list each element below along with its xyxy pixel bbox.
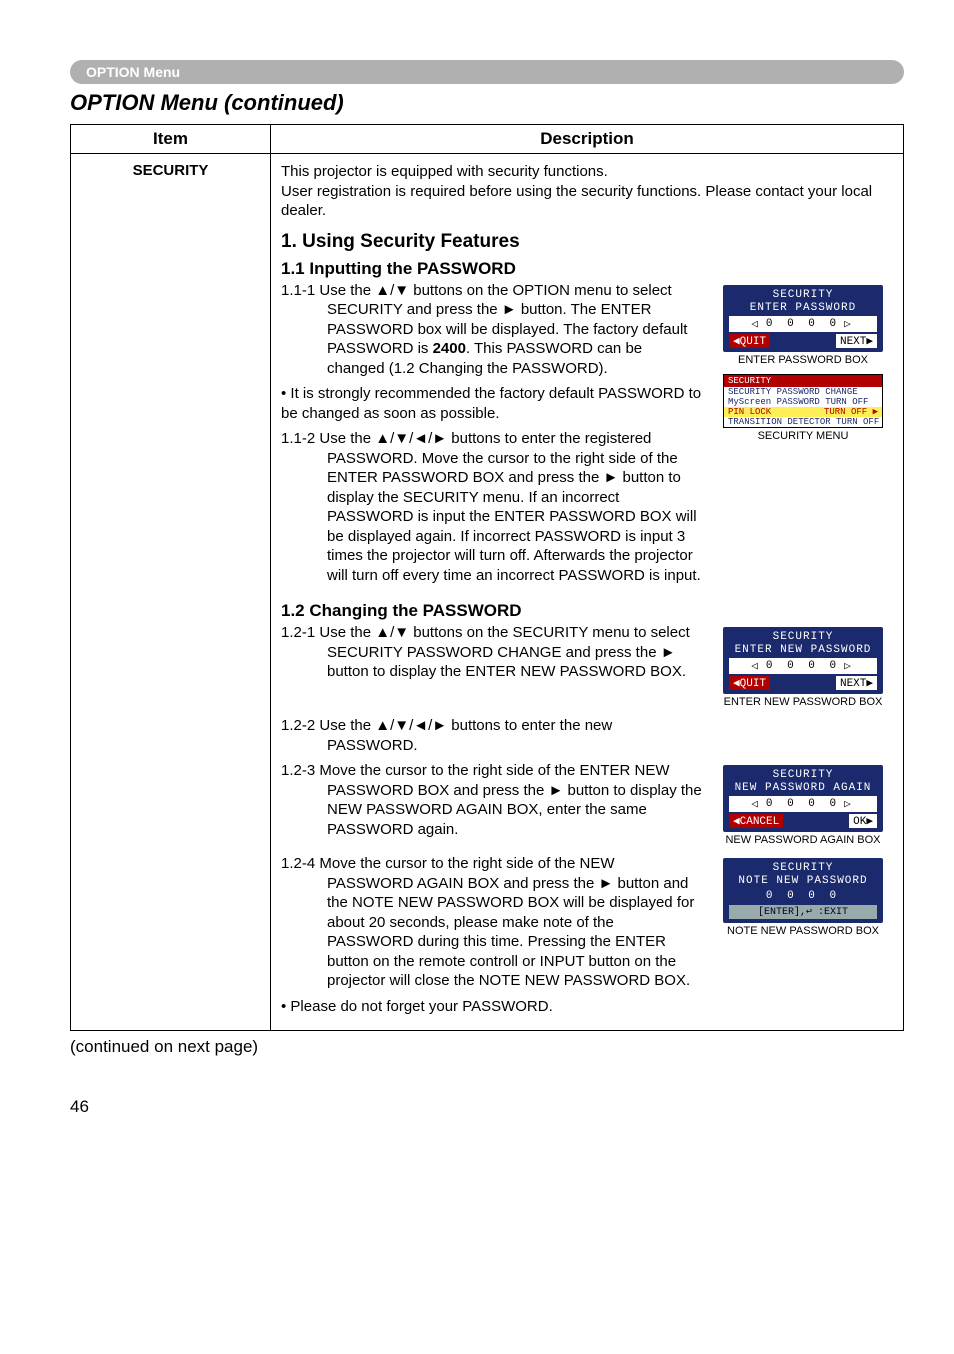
menu-row-4: TRANSITION DETECTOR TURN OFF: [724, 417, 882, 427]
osd-title: SECURITY: [729, 862, 877, 874]
osd-exit: [ENTER],↩ :EXIT: [729, 905, 877, 919]
osd-digits: ◁0 0 0 0▷: [729, 796, 877, 812]
caption-enter-new: ENTER NEW PASSWORD BOX: [713, 696, 893, 708]
osd-digits: 0 0 0 0: [729, 889, 877, 903]
p-1-1-1b: 2400: [433, 340, 466, 357]
caption-again: NEW PASSWORD AGAIN BOX: [713, 834, 893, 846]
osd-digits: ◁0 0 0 0▷: [729, 316, 877, 332]
osd-security-menu: SECURITY SECURITY PASSWORD CHANGE MyScre…: [723, 374, 883, 428]
section-1-1-title: 1.1 Inputting the PASSWORD: [281, 259, 893, 279]
menu-row-1: SECURITY PASSWORD CHANGE: [724, 387, 882, 397]
osd-title: SECURITY: [729, 631, 877, 643]
p-1-2-4: 1.2-4 Move the cursor to the right side …: [281, 854, 703, 991]
osd-title: SECURITY: [729, 289, 877, 301]
header-bar: OPTION Menu: [70, 60, 904, 84]
osd-enter-new: SECURITY ENTER NEW PASSWORD ◁0 0 0 0▷ ◀Q…: [723, 627, 883, 694]
header-label: OPTION Menu: [86, 64, 180, 80]
osd-quit: ◀QUIT: [729, 334, 770, 348]
osd-title: SECURITY: [729, 769, 877, 781]
col-desc: Description: [271, 125, 904, 154]
osd-again: SECURITY NEW PASSWORD AGAIN ◁0 0 0 0▷ ◀C…: [723, 765, 883, 832]
section-1-2-title: 1.2 Changing the PASSWORD: [281, 601, 893, 621]
caption-note: NOTE NEW PASSWORD BOX: [713, 925, 893, 937]
osd-digits: ◁0 0 0 0▷: [729, 658, 877, 674]
osd-quit: ◀QUIT: [729, 676, 770, 690]
menu-title: SECURITY: [724, 375, 882, 387]
page-number: 46: [70, 1097, 904, 1117]
caption-enter-pw: ENTER PASSWORD BOX: [713, 354, 893, 366]
menu-row-3: PIN LOCKTURN OFF ▶: [724, 407, 882, 417]
p-1-1-2: 1.1-2 Use the ▲/▼/◄/► buttons to enter t…: [281, 429, 703, 585]
intro-text: This projector is equipped with security…: [281, 162, 893, 221]
menu-row-2: MyScreen PASSWORD TURN OFF: [724, 397, 882, 407]
caption-sec-menu: SECURITY MENU: [713, 430, 893, 442]
osd-cancel: ◀CANCEL: [729, 814, 783, 828]
osd-next: NEXT▶: [836, 334, 877, 348]
osd-subtitle: NEW PASSWORD AGAIN: [729, 782, 877, 794]
osd-subtitle: ENTER NEW PASSWORD: [729, 644, 877, 656]
page-title: OPTION Menu (continued): [70, 90, 904, 116]
p-1-2-3: 1.2-3 Move the cursor to the right side …: [281, 761, 703, 839]
osd-note: SECURITY NOTE NEW PASSWORD 0 0 0 0 [ENTE…: [723, 858, 883, 923]
col-item: Item: [71, 125, 271, 154]
section-1-title: 1. Using Security Features: [281, 231, 893, 253]
continued-note: (continued on next page): [70, 1037, 904, 1057]
p-1-1-note: • It is strongly recommended the factory…: [281, 384, 703, 423]
p-1-2-2: 1.2-2 Use the ▲/▼/◄/► buttons to enter t…: [281, 716, 703, 755]
osd-next: NEXT▶: [836, 676, 877, 690]
osd-subtitle: NOTE NEW PASSWORD: [729, 875, 877, 887]
p-1-2-1: 1.2-1 Use the ▲/▼ buttons on the SECURIT…: [281, 623, 703, 682]
p-1-2-note: • Please do not forget your PASSWORD.: [281, 997, 703, 1017]
item-cell: SECURITY: [71, 154, 271, 1031]
option-table: Item Description SECURITY This projector…: [70, 124, 904, 1031]
osd-enter-password: SECURITY ENTER PASSWORD ◁0 0 0 0▷ ◀QUIT N…: [723, 285, 883, 352]
desc-cell: This projector is equipped with security…: [271, 154, 904, 1031]
p-1-1-1: 1.1-1 Use the ▲/▼ buttons on the OPTION …: [281, 281, 703, 379]
osd-ok: OK▶: [849, 814, 877, 828]
osd-subtitle: ENTER PASSWORD: [729, 302, 877, 314]
